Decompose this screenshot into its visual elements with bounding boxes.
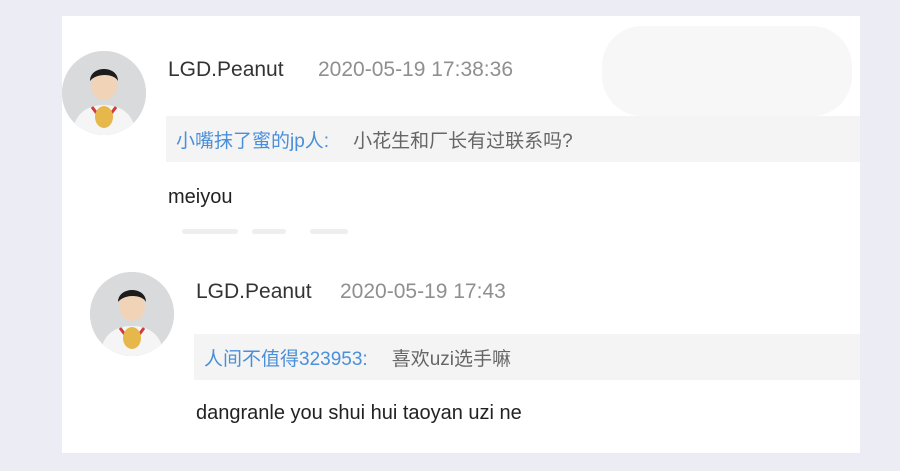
quoted-username[interactable]: 小嘴抹了蜜的jp人: (176, 126, 329, 153)
quoted-text: 小花生和厂长有过联系吗? (353, 130, 573, 152)
quoted-text: 喜欢uzi选手嘛 (391, 348, 511, 370)
username[interactable]: LGD.Peanut (168, 58, 284, 82)
timestamp: 2020-05-19 17:38:36 (318, 58, 513, 81)
divider-smudge (182, 229, 238, 234)
quoted-comment: 小嘴抹了蜜的jp人: 小花生和厂长有过联系吗? (166, 116, 860, 162)
avatar[interactable] (90, 272, 174, 356)
avatar[interactable] (62, 51, 146, 135)
user-avatar-icon (90, 272, 174, 356)
username[interactable]: LGD.Peanut (196, 280, 312, 304)
timestamp: 2020-05-19 17:43 (340, 280, 506, 303)
divider-smudge (252, 229, 286, 234)
reply-text: meiyou (168, 186, 233, 208)
glare-decoration (602, 26, 852, 116)
reply-text: dangranle you shui hui taoyan uzi ne (196, 402, 522, 424)
quoted-username[interactable]: 人间不值得323953: (204, 344, 368, 371)
divider-smudge (310, 229, 348, 234)
comment-card: LGD.Peanut 2020-05-19 17:38:36 小嘴抹了蜜的jp人… (62, 16, 860, 453)
user-avatar-icon (62, 51, 146, 135)
quoted-comment: 人间不值得323953: 喜欢uzi选手嘛 (194, 334, 860, 380)
